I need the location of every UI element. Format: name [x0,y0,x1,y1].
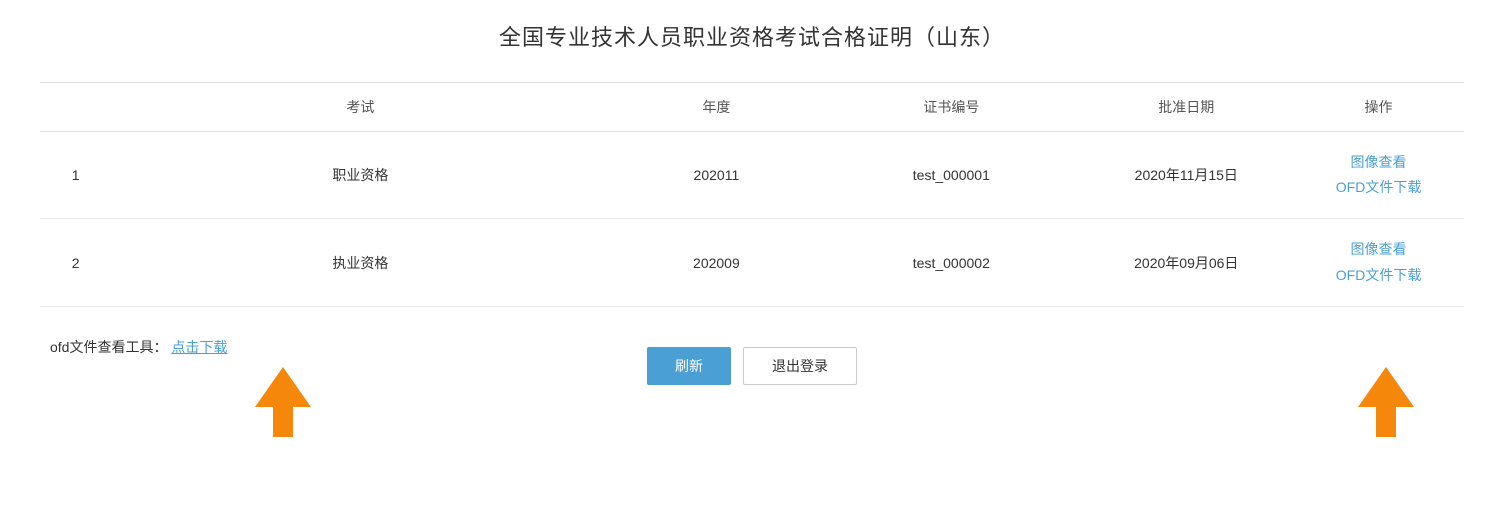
right-arrow-head [1358,367,1414,407]
col-index-header [40,83,111,132]
ofd-tool-download-link[interactable]: 点击下载 [171,339,227,355]
logout-button[interactable]: 退出登录 [743,347,857,385]
row1-approve-date: 2020年11月15日 [1080,132,1294,219]
footer-buttons: 刷新 退出登录 [647,347,857,385]
footer-area: ofd文件查看工具： 点击下载 刷新 退出登录 [40,327,1464,457]
col-date-header: 批准日期 [1080,83,1294,132]
col-year-header: 年度 [610,83,824,132]
row1-ofd-download-link[interactable]: OFD文件下载 [1303,175,1454,200]
page-container: 全国专业技术人员职业资格考试合格证明（山东） 考试 年度 证书编号 批准日期 操… [0,0,1504,514]
row1-image-view-link[interactable]: 图像查看 [1303,150,1454,175]
table-row: 2 执业资格 202009 test_000002 2020年09月06日 图像… [40,219,1464,306]
row2-year: 202009 [610,219,824,306]
row2-approve-date: 2020年09月06日 [1080,219,1294,306]
refresh-button[interactable]: 刷新 [647,347,731,385]
left-arrow-head [255,367,311,407]
col-action-header: 操作 [1293,83,1464,132]
right-arrow-shaft [1376,407,1396,437]
left-arrow-shaft [273,407,293,437]
row2-image-view-link[interactable]: 图像查看 [1303,237,1454,262]
col-cert-header: 证书编号 [823,83,1079,132]
row2-cert-no: test_000002 [823,219,1079,306]
row1-year: 202011 [610,132,824,219]
left-arrow-icon [255,367,311,437]
page-title: 全国专业技术人员职业资格考试合格证明（山东） [40,20,1464,52]
ofd-tool-prefix: ofd文件查看工具： [50,339,167,355]
row2-index: 2 [40,219,111,306]
main-table: 考试 年度 证书编号 批准日期 操作 1 职业资格 202011 test_00… [40,82,1464,307]
row1-exam-type: 职业资格 [111,132,609,219]
col-exam-header: 考试 [111,83,609,132]
row2-ofd-download-link[interactable]: OFD文件下载 [1303,263,1454,288]
row2-actions: 图像查看 OFD文件下载 [1293,219,1464,306]
right-arrow-icon [1358,367,1414,437]
table-row: 1 职业资格 202011 test_000001 2020年11月15日 图像… [40,132,1464,219]
row2-exam-type: 执业资格 [111,219,609,306]
table-header-row: 考试 年度 证书编号 批准日期 操作 [40,83,1464,132]
row1-cert-no: test_000001 [823,132,1079,219]
row1-actions: 图像查看 OFD文件下载 [1293,132,1464,219]
row1-index: 1 [40,132,111,219]
